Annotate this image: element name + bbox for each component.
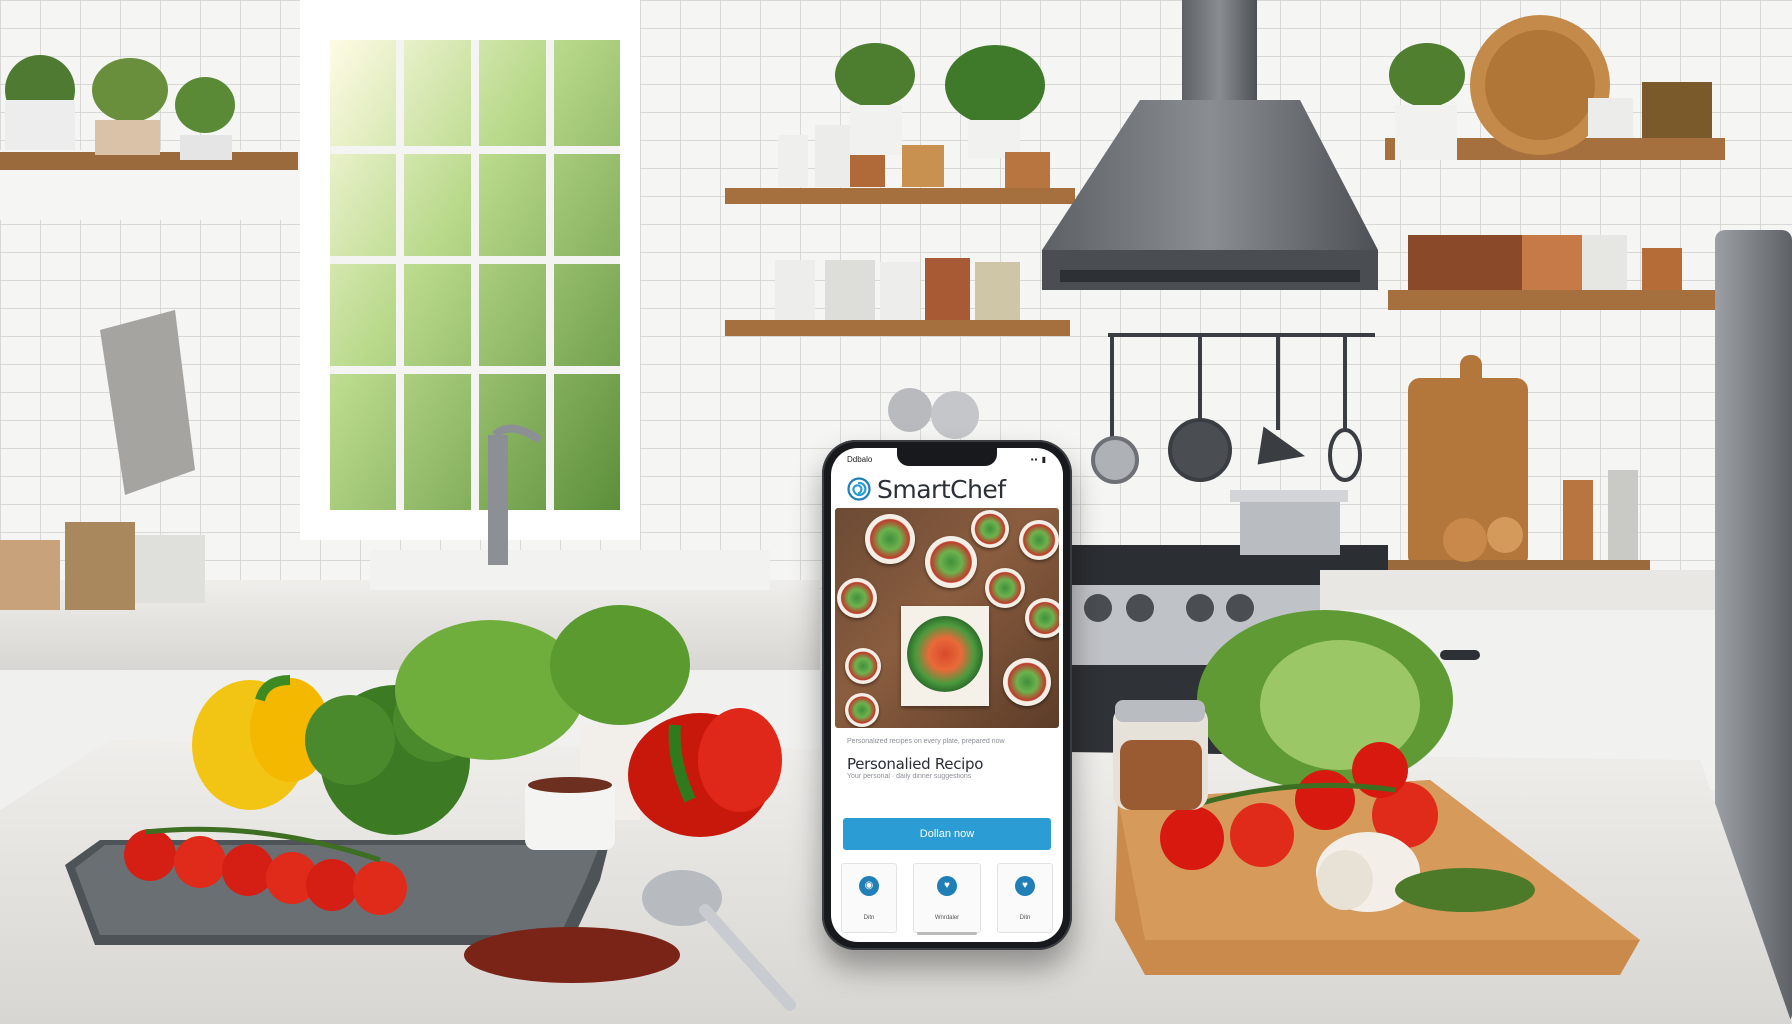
window <box>300 0 640 540</box>
app-header: SmartChef <box>831 470 1063 508</box>
phone-screen: Ddbalo ▪▪ ▮ SmartChef Personalized recip… <box>831 448 1063 942</box>
chef-icon: ◉ <box>859 875 879 896</box>
spice-jar <box>1608 470 1638 565</box>
recipe-intro: Personalized recipes on every plate, pre… <box>831 728 1063 780</box>
bottom-nav: ◉ Ditn ♥ Wnrdaler ♥ Ditn <box>841 863 1053 933</box>
heart-icon: ♥ <box>937 875 957 896</box>
nav-item-1[interactable]: ◉ Ditn <box>841 863 897 933</box>
intro-fine-print: Personalized recipes on every plate, pre… <box>847 738 1005 745</box>
status-time: Ddbalo <box>847 454 873 464</box>
home-indicator <box>917 932 977 935</box>
app-title: SmartChef <box>877 474 1006 504</box>
food-hero-image <box>835 508 1059 728</box>
nav-item-2[interactable]: ♥ Wnrdaler <box>913 863 981 933</box>
phone-notch <box>897 448 997 466</box>
heart-icon: ♥ <box>1015 875 1035 896</box>
nav-item-label: Ditn <box>863 914 875 921</box>
spice-jar-front <box>1113 700 1208 810</box>
spiral-logo-icon <box>847 477 871 501</box>
nav-item-3[interactable]: ♥ Ditn <box>997 863 1053 933</box>
status-icons: ▪▪ ▮ <box>1030 454 1047 464</box>
recipe-heading: Personalied Recipo <box>847 755 984 773</box>
spice-pile <box>464 927 680 983</box>
smartphone: Ddbalo ▪▪ ▮ SmartChef Personalized recip… <box>822 440 1072 950</box>
nav-item-label: Ditn <box>1019 914 1031 921</box>
cta-button[interactable]: Dollan now <box>843 818 1051 850</box>
recipe-subtitle: Your personal · daily dinner suggestions <box>847 773 972 780</box>
nav-item-label: Wnrdaler <box>934 914 960 921</box>
